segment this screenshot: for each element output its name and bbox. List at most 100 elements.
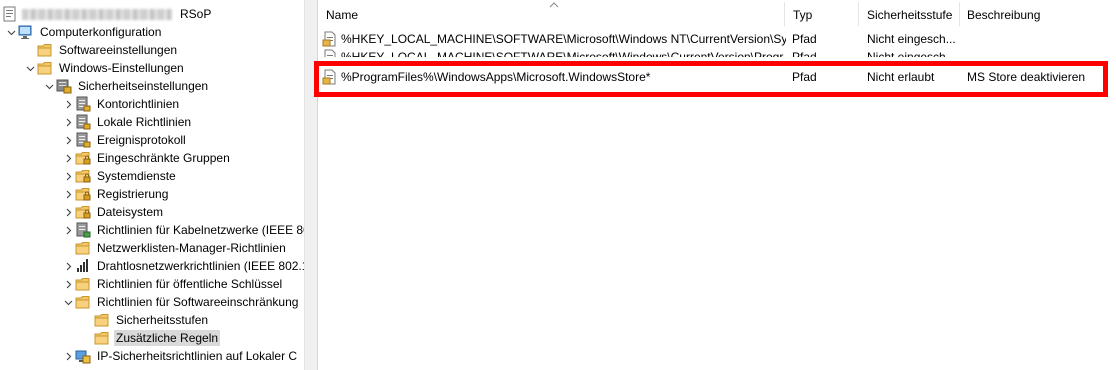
tree-item-label: Windows-Einstellungen <box>59 61 184 75</box>
rule-type: Pfad <box>792 32 817 46</box>
table-row[interactable]: %HKEY_LOCAL_MACHINE\SOFTWARE\Microsoft\W… <box>318 48 1116 57</box>
console-tree[interactable]: RSoP Computerkonfiguration Softwareeinste… <box>0 0 304 370</box>
chevron-right-icon[interactable] <box>61 149 75 167</box>
list-header: Name Typ Sicherheitsstufe Beschreibung <box>318 0 1116 28</box>
chevron-down-icon[interactable] <box>61 293 75 311</box>
tree-item[interactable]: Kontorichtlinien <box>61 95 181 113</box>
tree-item-label: Zusätzliche Regeln <box>114 330 221 346</box>
tree-item[interactable]: Registrierung <box>61 185 170 203</box>
folder-lock-icon <box>75 204 91 220</box>
tree-item-label: Lokale Richtlinien <box>97 115 192 129</box>
tree-item-label: Eingeschränkte Gruppen <box>97 151 230 165</box>
tree-root[interactable]: RSoP <box>2 5 213 23</box>
tree-item[interactable]: Sicherheitseinstellungen <box>42 77 210 95</box>
tree-item-label: Richtlinien für Kabelnetzwerke (IEEE 80 <box>97 223 304 237</box>
chevron-right-icon[interactable] <box>61 203 75 221</box>
tree-item[interactable]: Computerkonfiguration <box>4 23 163 41</box>
tree-item[interactable]: Windows-Einstellungen <box>23 59 186 77</box>
wireless-policy-icon <box>75 258 91 274</box>
tree-item-label: Softwareeinstellungen <box>59 43 178 57</box>
tree-item-label: Netzwerklisten-Manager-Richtlinien <box>97 241 286 255</box>
computer-icon <box>18 24 34 40</box>
folder-lock-icon <box>75 150 91 166</box>
tree-item-label: Dateisystem <box>97 205 164 219</box>
column-header-description[interactable]: Beschreibung <box>959 0 1109 28</box>
table-row[interactable]: %HKEY_LOCAL_MACHINE\SOFTWARE\Microsoft\W… <box>318 30 1116 48</box>
path-rule-icon <box>322 69 338 85</box>
chevron-down-icon[interactable] <box>42 77 56 95</box>
tree-item-label: Sicherheitsstufen <box>116 313 209 327</box>
tree-item[interactable]: Sicherheitsstufen <box>80 311 210 329</box>
rules-list[interactable]: Name Typ Sicherheitsstufe Beschreibung %… <box>318 0 1116 370</box>
rule-description: MS Store deaktivieren <box>967 70 1086 84</box>
rule-type: Pfad <box>792 70 817 84</box>
chevron-right-icon[interactable] <box>61 131 75 149</box>
tree-item[interactable]: Systemdienste <box>61 167 178 185</box>
blurred-policy-name <box>22 8 172 20</box>
folder-icon <box>37 60 53 76</box>
tree-item-label: IP-Sicherheitsrichtlinien auf Lokaler C <box>97 349 298 363</box>
policy-document-icon <box>75 96 91 112</box>
policy-document-icon <box>75 132 91 148</box>
policy-root-icon <box>2 6 18 22</box>
tree-item[interactable]: Zusätzliche Regeln <box>80 329 221 347</box>
tree-item-label: Ereignisprotokoll <box>97 133 186 147</box>
tree-item[interactable]: Dateisystem <box>61 203 165 221</box>
folder-icon <box>94 330 110 346</box>
rule-security-level: Nicht eingesch... <box>867 50 956 57</box>
table-row[interactable]: %ProgramFiles%\WindowsApps\Microsoft.Win… <box>318 68 1116 86</box>
chevron-right-icon[interactable] <box>61 113 75 131</box>
tree-item-label: Registrierung <box>97 187 169 201</box>
column-header-name[interactable]: Name <box>318 0 784 28</box>
tree-item[interactable]: Ereignisprotokoll <box>61 131 188 149</box>
tree-root-label: RSoP <box>180 7 212 21</box>
chevron-right-icon[interactable] <box>61 257 75 275</box>
tree-item-label: Systemdienste <box>97 169 176 183</box>
folder-lock-icon <box>75 168 91 184</box>
chevron-right-icon[interactable] <box>61 185 75 203</box>
network-policy-icon <box>75 222 91 238</box>
folder-icon <box>75 240 91 256</box>
tree-item[interactable]: Richtlinien für öffentliche Schlüssel <box>61 275 284 293</box>
tree-item-label: Computerkonfiguration <box>40 25 162 39</box>
folder-icon <box>75 276 91 292</box>
chevron-right-icon[interactable] <box>61 221 75 239</box>
rule-name: %HKEY_LOCAL_MACHINE\SOFTWARE\Microsoft\W… <box>341 50 786 57</box>
chevron-right-icon[interactable] <box>61 347 75 365</box>
folder-lock-icon <box>75 186 91 202</box>
tree-item-label: Drahtlosnetzwerkrichtlinien (IEEE 802.1 <box>97 259 304 273</box>
rule-security-level: Nicht eingesch... <box>867 32 956 46</box>
chevron-right-icon[interactable] <box>61 167 75 185</box>
tree-item[interactable]: IP-Sicherheitsrichtlinien auf Lokaler C <box>61 347 299 365</box>
chevron-right-icon[interactable] <box>61 95 75 113</box>
tree-item[interactable]: Netzwerklisten-Manager-Richtlinien <box>61 239 288 257</box>
tree-item[interactable]: Richtlinien für Softwareeinschränkung <box>61 293 300 311</box>
folder-icon <box>75 294 91 310</box>
chevron-down-icon[interactable] <box>23 59 37 77</box>
tree-item[interactable]: Eingeschränkte Gruppen <box>61 149 232 167</box>
rule-description <box>967 48 1112 57</box>
ip-security-icon <box>75 348 91 364</box>
folder-icon <box>37 42 53 58</box>
rule-type: Pfad <box>792 50 817 57</box>
rule-name: %HKEY_LOCAL_MACHINE\SOFTWARE\Microsoft\W… <box>341 32 786 46</box>
tree-item[interactable]: Richtlinien für Kabelnetzwerke (IEEE 80 <box>61 221 304 239</box>
tree-item-label: Richtlinien für Softwareeinschränkung <box>97 295 299 309</box>
column-header-typ[interactable]: Typ <box>785 0 858 28</box>
path-rule-icon <box>322 49 338 57</box>
folder-icon <box>94 312 110 328</box>
security-settings-icon <box>56 78 72 94</box>
chevron-down-icon[interactable] <box>4 23 18 41</box>
tree-item[interactable]: Softwareeinstellungen <box>23 41 179 59</box>
path-rule-icon <box>322 31 338 47</box>
pane-splitter[interactable] <box>304 0 318 370</box>
column-header-security-level[interactable]: Sicherheitsstufe <box>859 0 959 28</box>
tree-item[interactable]: Lokale Richtlinien <box>61 113 193 131</box>
chevron-right-icon[interactable] <box>61 275 75 293</box>
tree-item[interactable]: Drahtlosnetzwerkrichtlinien (IEEE 802.1 <box>61 257 304 275</box>
tree-item-label: Kontorichtlinien <box>97 97 180 111</box>
